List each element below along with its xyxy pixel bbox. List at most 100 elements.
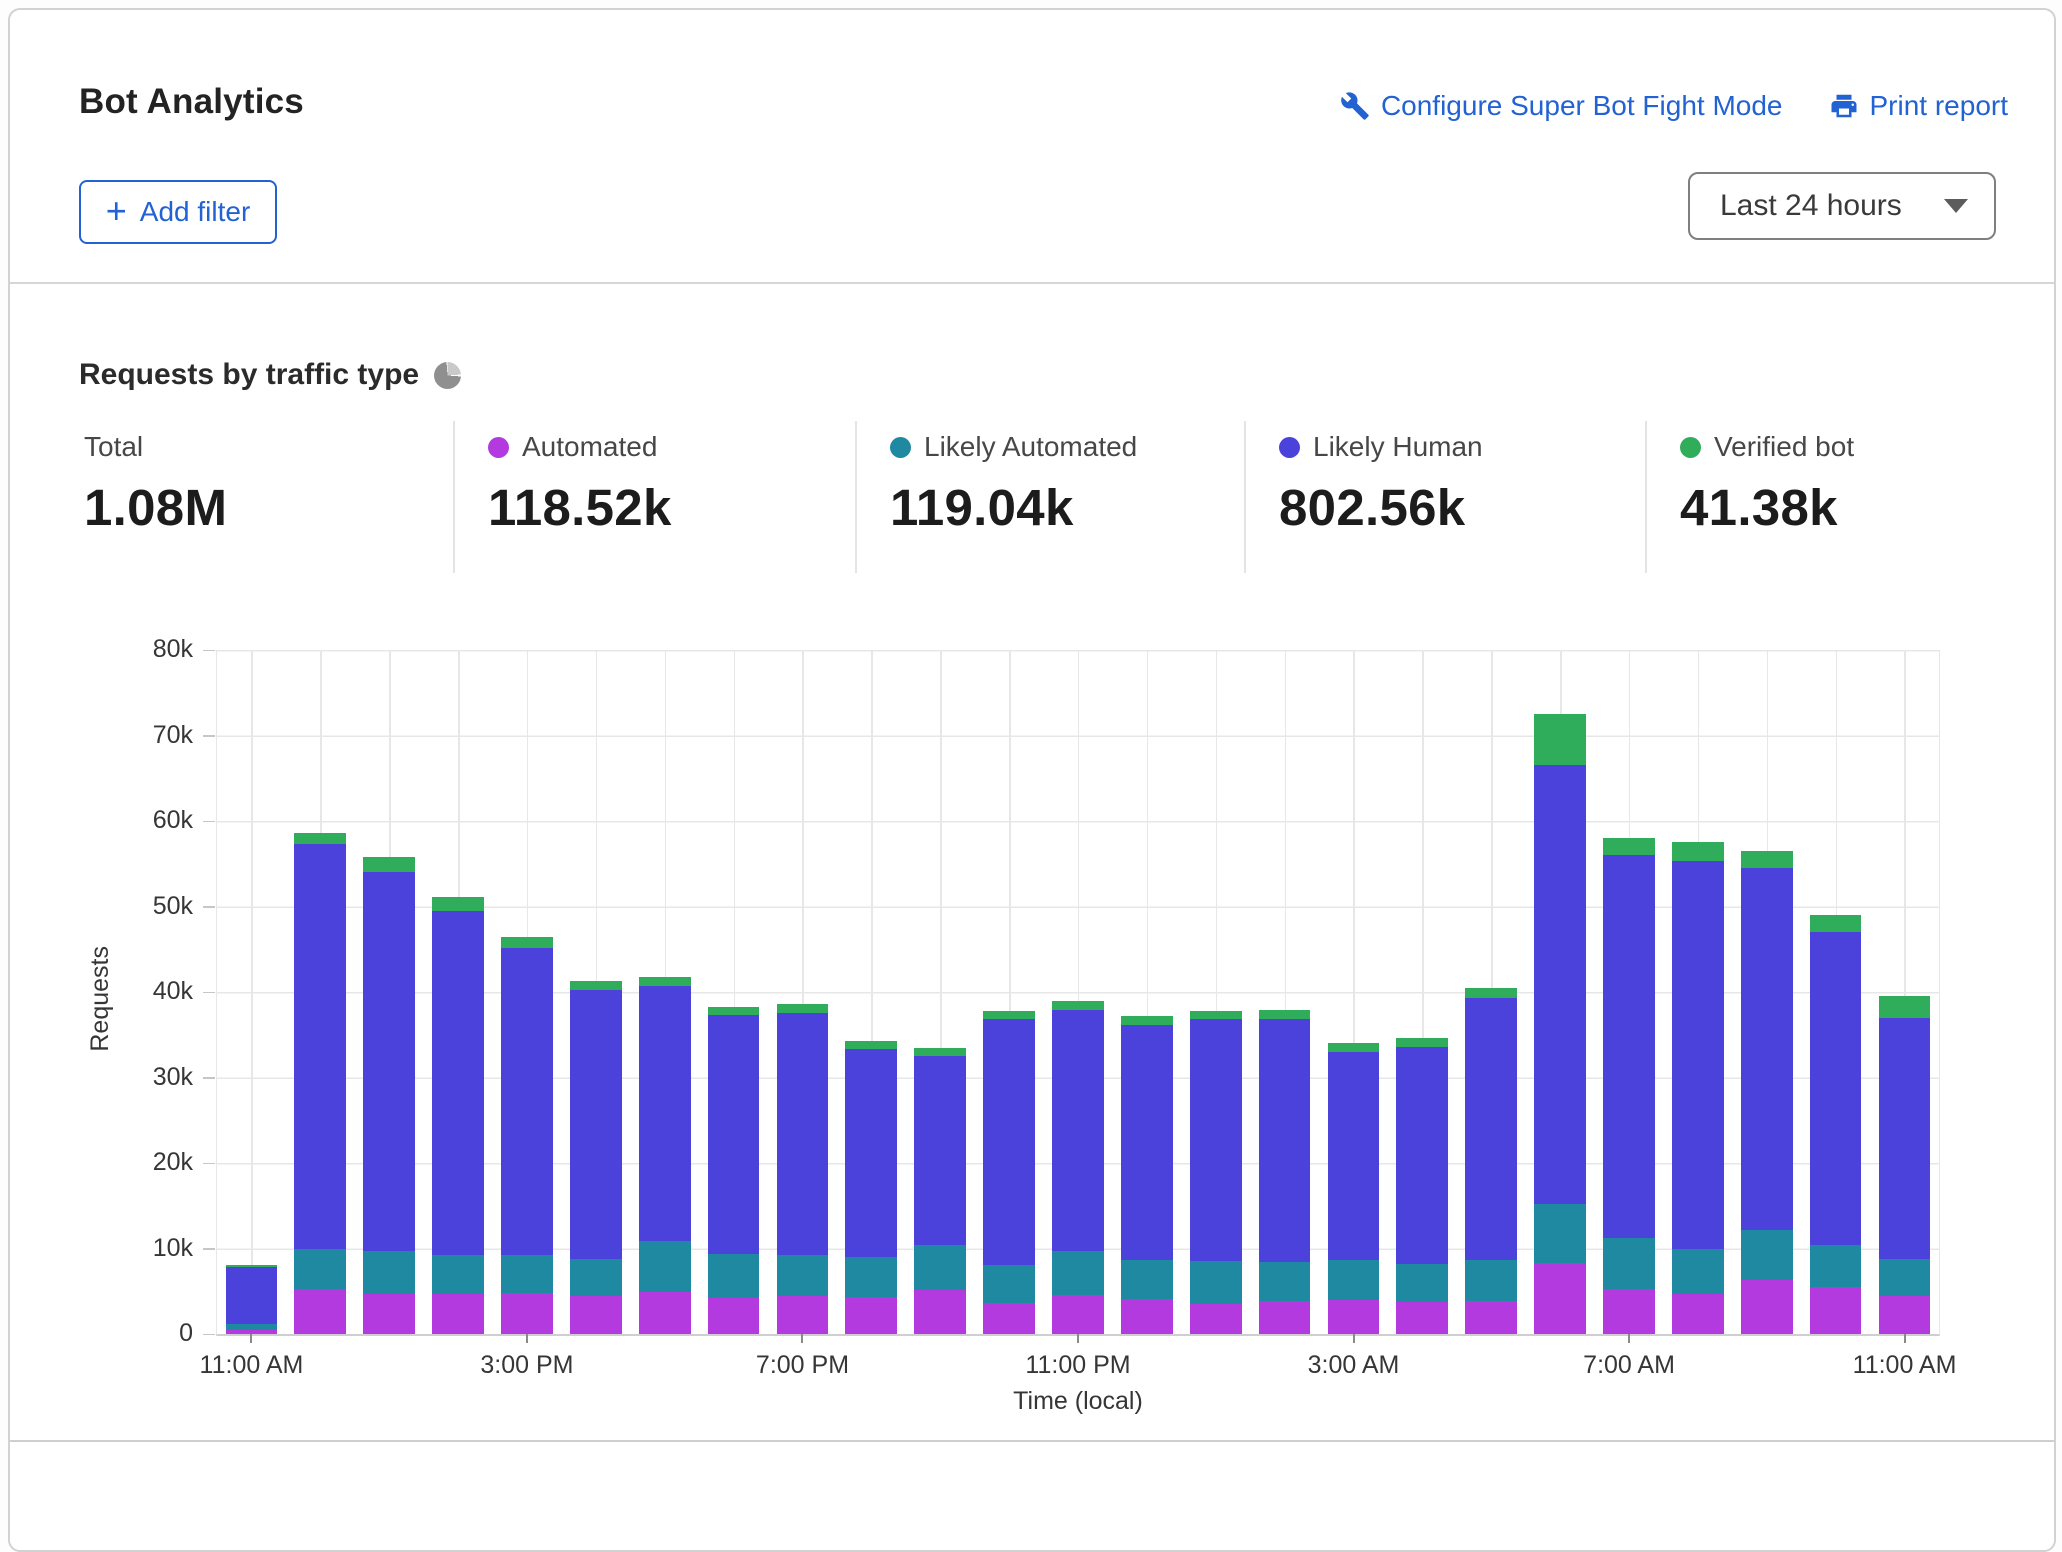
add-filter-button[interactable]: + Add filter: [79, 180, 277, 244]
bar-segment-automated[interactable]: [845, 1297, 897, 1334]
bar-segment-automated[interactable]: [1328, 1300, 1380, 1334]
bar-segment-verified-bot[interactable]: [1121, 1016, 1173, 1025]
bar-segment-likely-human[interactable]: [570, 990, 622, 1258]
bar-segment-automated[interactable]: [1534, 1263, 1586, 1334]
bar-segment-verified-bot[interactable]: [845, 1041, 897, 1050]
bar-segment-automated[interactable]: [914, 1290, 966, 1334]
stacked-bar[interactable]: [708, 650, 760, 1334]
bar-segment-likely-automated[interactable]: [639, 1241, 691, 1292]
stacked-bar[interactable]: [1190, 650, 1242, 1334]
bar-segment-likely-automated[interactable]: [1741, 1230, 1793, 1280]
stacked-bar[interactable]: [1879, 650, 1931, 1334]
bar-segment-likely-automated[interactable]: [1396, 1264, 1448, 1302]
bar-segment-verified-bot[interactable]: [708, 1007, 760, 1016]
bar-segment-verified-bot[interactable]: [570, 981, 622, 990]
bar-segment-verified-bot[interactable]: [1603, 838, 1655, 855]
bar-segment-automated[interactable]: [708, 1298, 760, 1334]
bar-segment-likely-automated[interactable]: [1534, 1204, 1586, 1263]
bar-segment-likely-human[interactable]: [777, 1013, 829, 1255]
bar-segment-verified-bot[interactable]: [1741, 851, 1793, 868]
bar-segment-likely-human[interactable]: [363, 872, 415, 1251]
bar-segment-verified-bot[interactable]: [639, 977, 691, 986]
bar-segment-automated[interactable]: [639, 1292, 691, 1334]
bar-segment-verified-bot[interactable]: [1810, 915, 1862, 932]
bar-segment-verified-bot[interactable]: [1879, 996, 1931, 1017]
stacked-bar[interactable]: [1121, 650, 1173, 1334]
bar-segment-automated[interactable]: [1465, 1301, 1517, 1334]
bar-segment-verified-bot[interactable]: [1328, 1043, 1380, 1052]
stacked-bar[interactable]: [1328, 650, 1380, 1334]
bar-segment-automated[interactable]: [777, 1296, 829, 1334]
stacked-bar[interactable]: [226, 650, 278, 1334]
bar-segment-likely-human[interactable]: [845, 1049, 897, 1257]
bar-segment-verified-bot[interactable]: [1052, 1001, 1104, 1010]
bar-segment-automated[interactable]: [1672, 1294, 1724, 1334]
stacked-bar[interactable]: [294, 650, 346, 1334]
bar-segment-likely-automated[interactable]: [1052, 1251, 1104, 1295]
bar-segment-likely-automated[interactable]: [845, 1257, 897, 1297]
time-range-dropdown[interactable]: Last 24 hours: [1688, 172, 1996, 240]
bar-segment-verified-bot[interactable]: [983, 1011, 1035, 1020]
bar-segment-likely-automated[interactable]: [363, 1251, 415, 1294]
stacked-bar[interactable]: [777, 650, 829, 1334]
bar-segment-likely-human[interactable]: [708, 1015, 760, 1254]
stacked-bar[interactable]: [639, 650, 691, 1334]
stacked-bar[interactable]: [1603, 650, 1655, 1334]
bar-segment-likely-human[interactable]: [1534, 765, 1586, 1204]
bar-segment-likely-automated[interactable]: [1121, 1260, 1173, 1299]
stacked-bar[interactable]: [1534, 650, 1586, 1334]
bar-segment-verified-bot[interactable]: [363, 857, 415, 872]
bar-segment-automated[interactable]: [432, 1294, 484, 1334]
stacked-bar[interactable]: [363, 650, 415, 1334]
stacked-bar[interactable]: [1052, 650, 1104, 1334]
bar-segment-likely-automated[interactable]: [1879, 1259, 1931, 1296]
stacked-bar[interactable]: [1810, 650, 1862, 1334]
bar-segment-automated[interactable]: [1121, 1299, 1173, 1334]
bar-segment-verified-bot[interactable]: [1396, 1038, 1448, 1047]
stacked-bar[interactable]: [914, 650, 966, 1334]
bar-segment-likely-human[interactable]: [1672, 861, 1724, 1248]
bar-segment-automated[interactable]: [1603, 1289, 1655, 1334]
stacked-bar[interactable]: [501, 650, 553, 1334]
bar-segment-likely-automated[interactable]: [570, 1259, 622, 1296]
bar-segment-likely-automated[interactable]: [1259, 1262, 1311, 1300]
print-report-link[interactable]: Print report: [1829, 90, 2009, 122]
bar-segment-likely-human[interactable]: [914, 1056, 966, 1245]
bar-segment-verified-bot[interactable]: [1190, 1011, 1242, 1020]
bar-segment-likely-human[interactable]: [294, 844, 346, 1248]
bar-segment-likely-human[interactable]: [983, 1019, 1035, 1264]
bar-segment-likely-human[interactable]: [1603, 855, 1655, 1238]
bar-segment-automated[interactable]: [501, 1293, 553, 1334]
bar-segment-likely-automated[interactable]: [777, 1255, 829, 1297]
bar-segment-likely-automated[interactable]: [294, 1249, 346, 1289]
bar-segment-automated[interactable]: [983, 1303, 1035, 1334]
bar-segment-automated[interactable]: [1396, 1302, 1448, 1334]
stacked-bar[interactable]: [570, 650, 622, 1334]
bar-segment-likely-human[interactable]: [501, 948, 553, 1255]
bar-segment-likely-automated[interactable]: [1190, 1261, 1242, 1304]
bar-segment-likely-automated[interactable]: [1603, 1238, 1655, 1288]
bar-segment-verified-bot[interactable]: [501, 937, 553, 947]
bar-segment-verified-bot[interactable]: [294, 833, 346, 844]
bar-segment-automated[interactable]: [570, 1296, 622, 1334]
bar-segment-likely-human[interactable]: [1052, 1010, 1104, 1251]
stacked-bar[interactable]: [1465, 650, 1517, 1334]
bar-segment-automated[interactable]: [1879, 1296, 1931, 1334]
stacked-bar[interactable]: [983, 650, 1035, 1334]
bar-segment-automated[interactable]: [1810, 1287, 1862, 1334]
bar-segment-likely-human[interactable]: [639, 986, 691, 1241]
bar-segment-likely-human[interactable]: [1741, 868, 1793, 1230]
bar-segment-likely-automated[interactable]: [708, 1254, 760, 1298]
bar-segment-verified-bot[interactable]: [1259, 1010, 1311, 1019]
bar-segment-automated[interactable]: [1259, 1301, 1311, 1334]
bar-segment-likely-human[interactable]: [1465, 998, 1517, 1260]
bar-segment-likely-human[interactable]: [432, 911, 484, 1256]
bar-segment-automated[interactable]: [294, 1289, 346, 1334]
bar-segment-likely-automated[interactable]: [983, 1265, 1035, 1303]
bar-segment-likely-automated[interactable]: [914, 1245, 966, 1289]
bar-segment-likely-automated[interactable]: [501, 1255, 553, 1293]
bar-segment-verified-bot[interactable]: [1465, 988, 1517, 998]
bar-segment-likely-automated[interactable]: [1672, 1249, 1724, 1294]
stacked-bar[interactable]: [1259, 650, 1311, 1334]
bar-segment-automated[interactable]: [1052, 1295, 1104, 1334]
